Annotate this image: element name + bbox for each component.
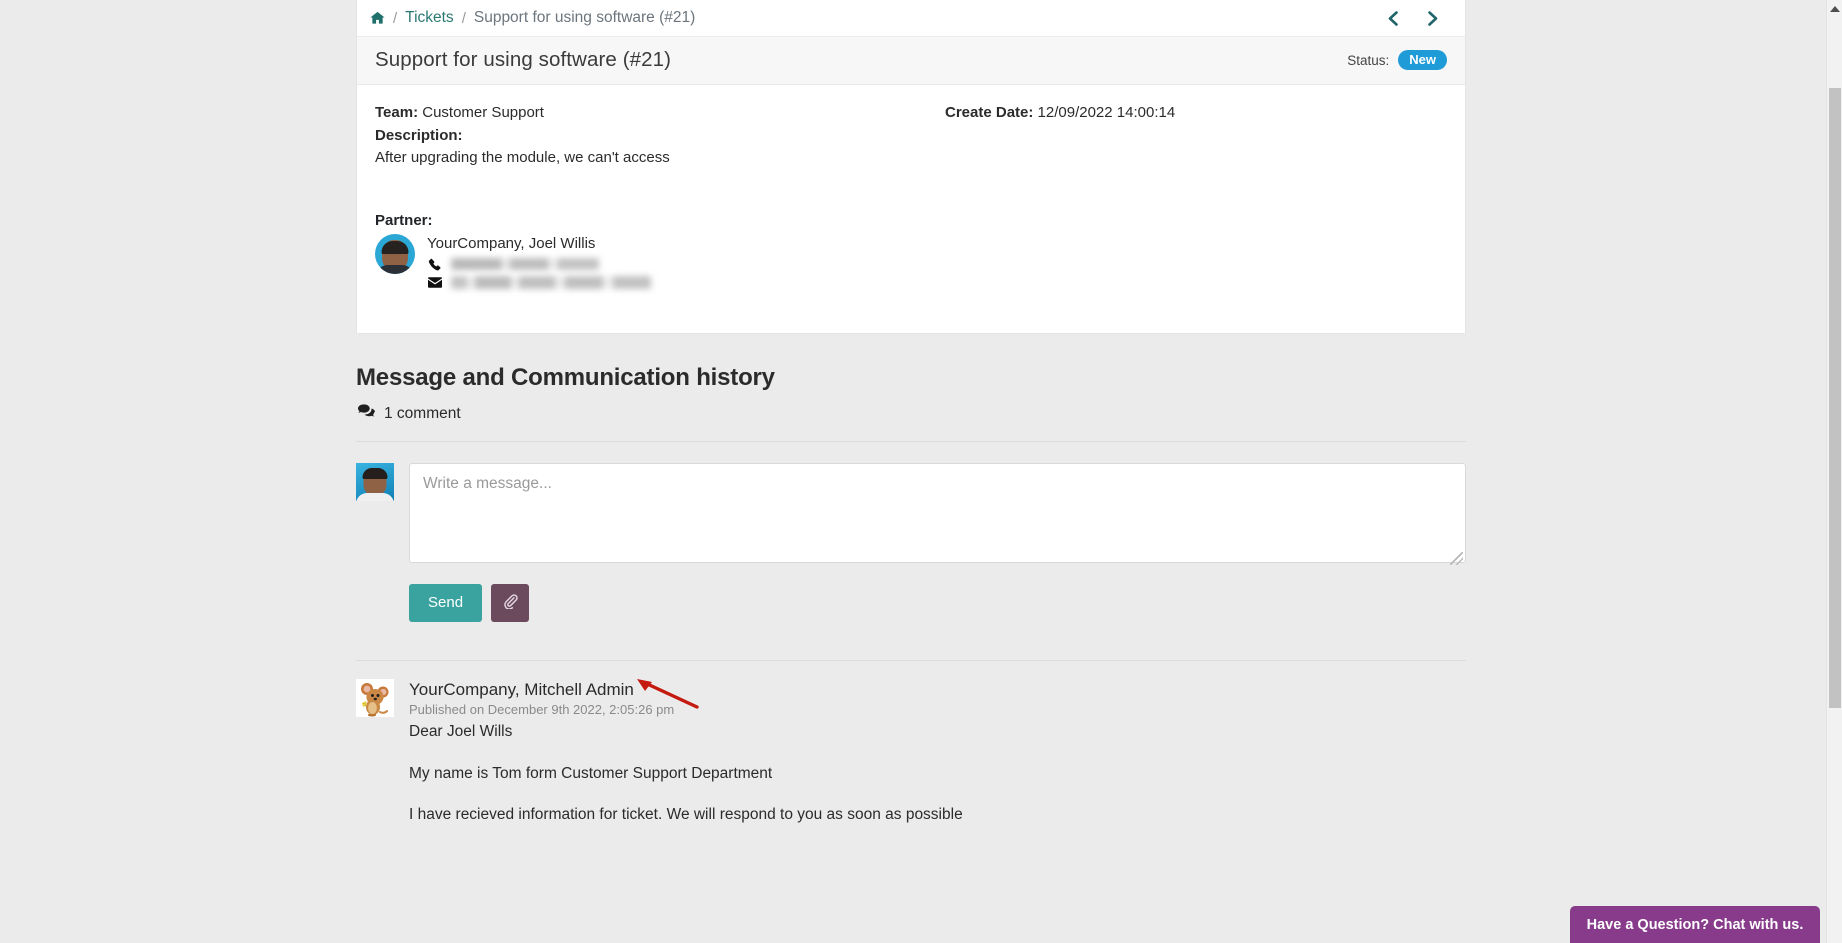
comments-icon — [358, 404, 375, 423]
message-input-wrap — [409, 463, 1466, 568]
partner-info: YourCompany, Joel Willis — [427, 234, 651, 294]
create-date-label: Create Date: — [945, 104, 1034, 121]
comment-count-label: 1 comment — [384, 404, 461, 422]
composer-main: Send — [409, 463, 1466, 622]
breadcrumb-separator-1: / — [393, 9, 398, 27]
partner-email-line — [427, 275, 651, 289]
home-icon[interactable] — [370, 11, 385, 25]
team-value: Customer Support — [422, 104, 544, 121]
scrollbar-thumb[interactable] — [1829, 88, 1841, 708]
page-root: / Tickets / Support for using software (… — [0, 0, 1842, 943]
envelope-icon — [427, 276, 442, 288]
partner-name: YourCompany, Joel Willis — [427, 234, 596, 252]
partner-row: YourCompany, Joel Willis — [375, 233, 935, 294]
message-body: YourCompany, Mitchell Admin Published on… — [409, 679, 1466, 846]
message-composer: Send — [356, 442, 1466, 622]
scroll-up-arrow[interactable] — [1827, 0, 1842, 17]
paperclip-icon — [503, 594, 518, 612]
chat-widget: Have a Question? Chat with us. — [1570, 906, 1842, 943]
breadcrumb-link-tickets[interactable]: Tickets — [405, 9, 454, 27]
chat-with-us-button[interactable]: Have a Question? Chat with us. — [1570, 906, 1820, 943]
chevron-right-icon[interactable] — [1424, 10, 1441, 27]
breadcrumb-separator-2: / — [461, 9, 466, 27]
ticket-details-right: Create Date: 12/09/2022 14:00:14 — [935, 101, 1447, 311]
ticket-header: Support for using software (#21) Status:… — [357, 37, 1465, 85]
team-field: Team: Customer Support — [375, 101, 935, 124]
scrollbar[interactable] — [1826, 0, 1842, 943]
breadcrumb-bar: / Tickets / Support for using software (… — [357, 0, 1465, 37]
send-button[interactable]: Send — [409, 584, 483, 622]
mouse-avatar — [356, 679, 394, 717]
breadcrumb-current: Support for using software (#21) — [473, 9, 696, 26]
composer-actions: Send — [409, 584, 1466, 622]
current-user-avatar — [356, 463, 394, 501]
message-text: Dear Joel Wills My name is Tom form Cust… — [409, 722, 1466, 826]
team-label: Team: — [375, 104, 419, 121]
message-line-3: I have recieved information for ticket. … — [409, 806, 963, 824]
ticket-details-left: Team: Customer Support Description: Afte… — [375, 101, 935, 311]
status-badge: New — [1398, 50, 1447, 70]
record-pager — [1385, 10, 1447, 27]
message-author: YourCompany, Mitchell Admin — [409, 680, 634, 699]
ticket-details: Team: Customer Support Description: Afte… — [357, 85, 1465, 333]
partner-label: Partner: — [375, 211, 433, 229]
partner-phone-redacted — [451, 258, 599, 270]
partner-phone-line — [427, 258, 651, 271]
content-wrapper: / Tickets / Support for using software (… — [356, 0, 1466, 846]
ticket-card: / Tickets / Support for using software (… — [356, 0, 1466, 334]
create-date-value: 12/09/2022 14:00:14 — [1037, 104, 1176, 121]
description-value: After upgrading the module, we can't acc… — [375, 148, 670, 166]
history-heading: Message and Communication history — [356, 364, 775, 391]
status-area: Status: New — [1347, 50, 1447, 70]
comment-count: 1 comment — [358, 404, 1466, 423]
description-label: Description: — [375, 127, 463, 145]
attach-button[interactable] — [491, 584, 530, 622]
status-label: Status: — [1347, 52, 1390, 68]
message-line-1: Dear Joel Wills — [409, 723, 513, 741]
create-date-field: Create Date: 12/09/2022 14:00:14 — [945, 101, 1447, 124]
message-timestamp: Published on December 9th 2022, 2:05:26 … — [409, 702, 675, 718]
message-item: YourCompany, Mitchell Admin Published on… — [356, 661, 1466, 846]
phone-icon — [427, 258, 442, 271]
breadcrumb: / Tickets / Support for using software (… — [370, 9, 695, 27]
message-line-2: My name is Tom form Customer Support Dep… — [409, 765, 773, 783]
page-title: Support for using software (#21) — [375, 48, 672, 71]
chevron-left-icon[interactable] — [1385, 10, 1402, 27]
partner-block: Partner: YourCompany, Joel Willis — [375, 212, 935, 294]
partner-email-redacted — [451, 275, 651, 289]
avatar — [375, 233, 415, 274]
message-input[interactable] — [409, 463, 1466, 563]
